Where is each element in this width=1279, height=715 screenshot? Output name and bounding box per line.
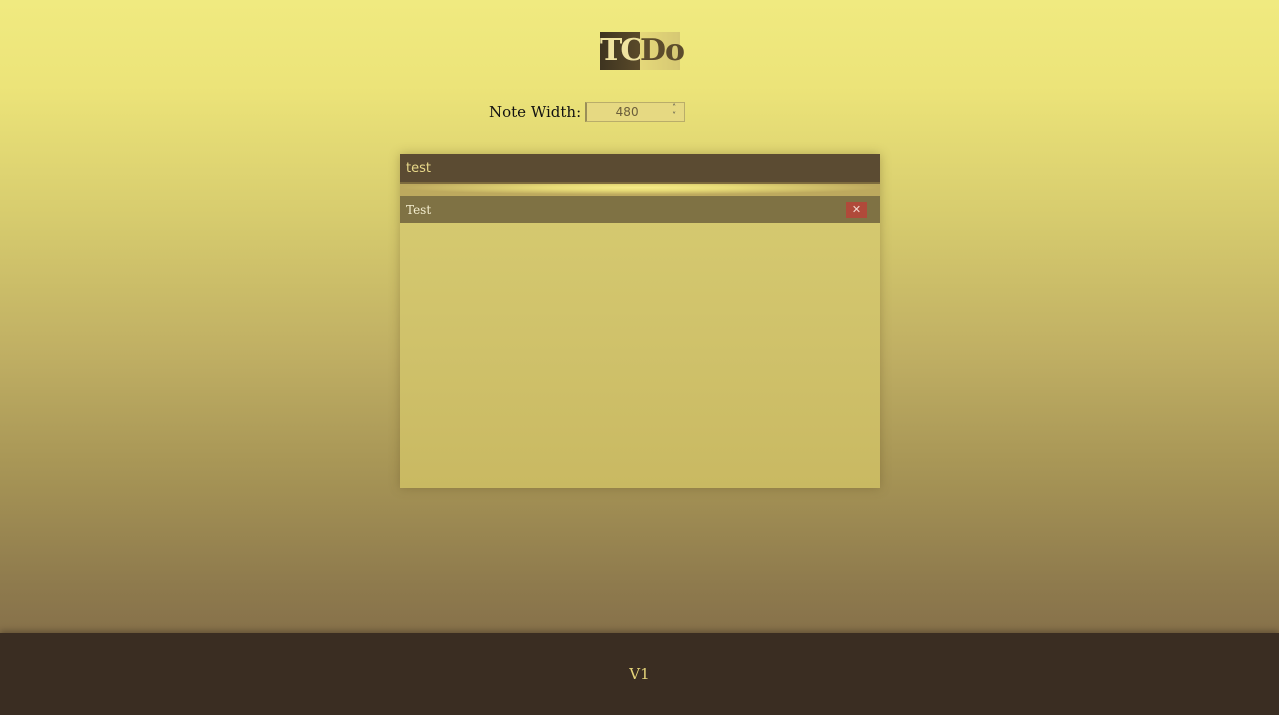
logo: TC Do <box>600 32 685 70</box>
footer: V1 <box>0 633 1279 715</box>
close-icon: ✕ <box>851 203 862 216</box>
note-divider <box>400 182 880 196</box>
note-card: test Test ✕ <box>400 154 880 488</box>
note-width-value[interactable]: 480 <box>587 103 667 121</box>
note-width-stepper[interactable]: 480 ˄ ˅ <box>585 102 686 122</box>
version-label: V1 <box>629 665 650 683</box>
list-item[interactable]: Test ✕ <box>400 196 880 223</box>
delete-item-button[interactable]: ✕ <box>846 202 867 218</box>
chevron-down-icon[interactable]: ˅ <box>672 112 676 120</box>
note-width-label: Note Width: <box>489 103 582 121</box>
note-item-label: Test <box>406 202 432 217</box>
note-title[interactable]: test <box>400 154 880 182</box>
logo-part-a: TC <box>600 32 640 70</box>
note-width-control: Note Width: 480 ˄ ˅ <box>489 102 686 122</box>
stepper-buttons: ˄ ˅ <box>666 104 682 120</box>
logo-part-b: Do <box>640 32 685 70</box>
